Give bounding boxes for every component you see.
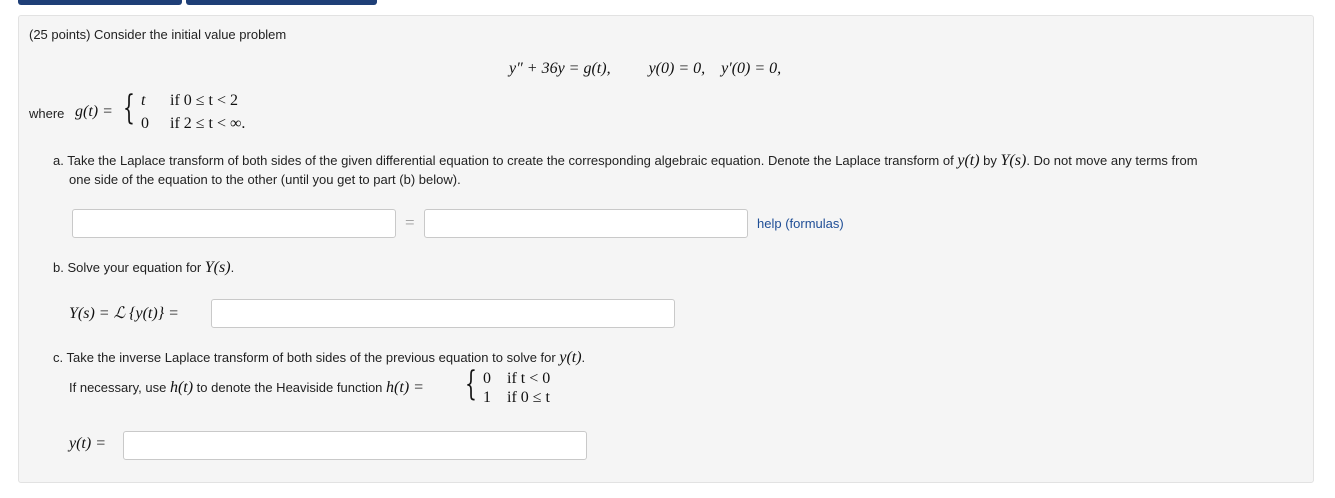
part-b-text: b. Solve your equation for [53,260,202,275]
part-a-instructions: a. Take the Laplace transform of both si… [53,151,1303,171]
part-a-Y-of-s: Y(s) [1000,152,1027,169]
laplace-right-side-input[interactable] [424,209,748,238]
help-formulas-link[interactable]: help (formulas) [757,216,844,231]
g-case-2-condition: if 2 ≤ t < ∞. [170,115,246,132]
part-a-text: a. Take the Laplace transform of both si… [53,153,954,168]
part-a-equals-sign: = [405,213,415,232]
initial-condition-2: y′(0) = 0, [721,60,782,77]
part-c-text: c. Take the inverse Laplace transform of… [53,350,556,365]
part-a-y-of-t: y(t) [957,152,980,169]
part-b-period: . [230,260,235,275]
heaviside-case-2-expr: 1 [483,389,491,406]
heaviside-text-pre: If necessary, use [69,380,167,395]
part-c-instructions: c. Take the inverse Laplace transform of… [53,349,585,367]
Y-of-s-input[interactable] [211,299,675,328]
heaviside-text-mid: to denote the Heaviside function [196,380,383,395]
tab-3[interactable] [267,0,377,5]
initial-condition-1: y(0) = 0, [648,60,706,77]
heaviside-brace: { [465,364,477,404]
g-case-2-expr: 0 [141,115,149,132]
ode-equation: y″ + 36y = g(t), y(0) = 0, y′(0) = 0, [509,60,781,78]
heaviside-h-of-t: h(t) [169,379,194,396]
tab-1[interactable] [18,0,182,5]
g-case-2: 0 [141,115,149,133]
heaviside-case-1-expr: 0 [483,370,491,387]
g-brace: { [123,88,135,128]
part-b-Y-of-s: Y(s) [204,259,231,276]
g-definition-lhs: g(t) = [75,103,113,120]
g-case-1: t [141,92,145,110]
heaviside-case-2-condition: if 0 ≤ t [507,389,550,406]
g-case-1-expr: t [141,92,146,109]
heaviside-case-1-condition: if t < 0 [507,370,551,387]
heaviside-instructions: If necessary, use h(t) to denote the Hea… [69,379,424,397]
problem-intro: (25 points) Consider the initial value p… [29,27,287,42]
part-a-text-post: . Do not move any terms from [1026,153,1198,168]
g-case-1-condition: if 0 ≤ t < 2 [170,92,239,109]
ode-expression: y″ + 36y = g(t), [509,60,611,77]
heaviside-definition-lhs: h(t) = [386,379,424,396]
part-c-period: . [581,350,586,365]
y-of-t-input[interactable] [123,431,587,460]
problem-panel: (25 points) Consider the initial value p… [18,15,1314,483]
part-a-by: by [983,153,997,168]
Y-of-s-lhs: Y(s) = ℒ {y(t)} = [69,305,179,322]
y-of-t-lhs: y(t) = [69,435,106,452]
laplace-left-side-input[interactable] [72,209,396,238]
part-c-y-of-t: y(t) [559,349,582,366]
part-b-instructions: b. Solve your equation for Y(s). [53,259,234,277]
part-a-instructions-line2: one side of the equation to the other (u… [69,172,461,187]
where-label: where [29,106,65,121]
